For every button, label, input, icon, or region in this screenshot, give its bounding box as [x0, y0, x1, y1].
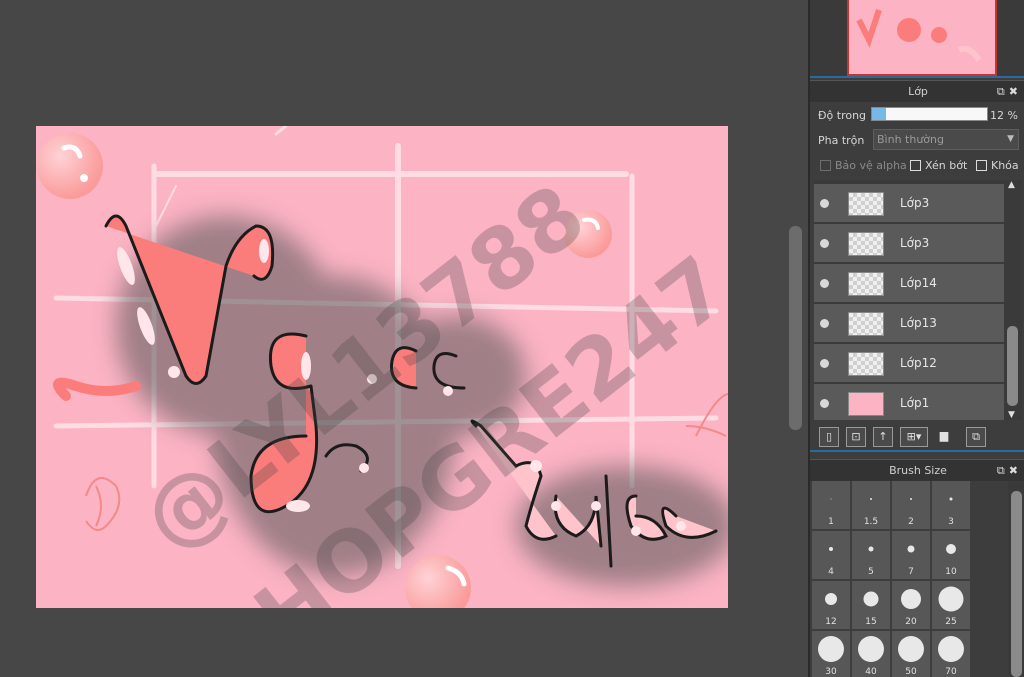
brush-size-cell[interactable]: 7 [892, 531, 930, 579]
brush-size-cell[interactable]: 4 [812, 531, 850, 579]
blend-mode-value: Bình thường [877, 133, 944, 146]
layer-list-scrollbar[interactable]: ▲ ▼ [1004, 180, 1022, 420]
navigator-panel[interactable] [810, 0, 1024, 78]
opacity-slider-fill [872, 108, 886, 120]
right-panel: Lớp ⧉✖ Độ trong 12 % Pha trộn Bình thườn… [808, 0, 1024, 677]
layer-name: Lớp1 [900, 396, 930, 410]
layer-name: Lớp12 [900, 356, 937, 370]
chevron-down-icon: ▼ [1007, 134, 1014, 144]
checkbox-box [976, 160, 987, 171]
brush-size-cell[interactable]: 3 [932, 481, 970, 529]
layer-panel-title: Lớp [908, 85, 928, 98]
checkbox-box [820, 160, 831, 171]
brush-size-cell[interactable]: 5 [852, 531, 890, 579]
layer-scroll-thumb[interactable] [1007, 326, 1018, 406]
brush-size-cell[interactable]: 12 [812, 581, 850, 629]
layer-name: Lớp3 [900, 236, 930, 250]
brush-size-cell[interactable]: 20 [892, 581, 930, 629]
layer-name: Lớp13 [900, 316, 937, 330]
layer-thumbnail [848, 312, 884, 336]
artwork-drawing: @LYL13788 #HOPGRE247 [37, 126, 728, 608]
clipping-checkbox[interactable]: Xén bớt [910, 159, 967, 172]
layer-row[interactable]: Lớp13 [814, 304, 1004, 343]
lock-checkbox[interactable]: Khóa [976, 159, 1019, 172]
brush-size-cell[interactable]: 50 [892, 631, 930, 677]
new-layer-icon[interactable]: ▯ [819, 427, 839, 447]
brush-size-title: Brush Size [889, 464, 947, 477]
layer-row[interactable]: Lớp12 [814, 344, 1004, 383]
layer-panel-header: Lớp ⧉✖ [810, 80, 1024, 102]
artwork-canvas[interactable]: @LYL13788 #HOPGRE247 [36, 126, 728, 608]
new-raster-layer-icon[interactable]: ⊡ [846, 427, 866, 447]
scroll-up-icon[interactable]: ▲ [1008, 180, 1015, 190]
brush-size-cell[interactable]: 30 [812, 631, 850, 677]
opacity-value: 12 % [990, 109, 1018, 122]
blend-mode-select[interactable]: Bình thường ▼ [873, 129, 1019, 150]
layer-row[interactable]: Lớp1 [814, 384, 1004, 420]
opacity-slider[interactable] [871, 107, 988, 121]
brush-size-cell[interactable]: 2 [892, 481, 930, 529]
layer-thumbnail [848, 232, 884, 256]
eye-icon[interactable] [820, 399, 829, 408]
lock-label: Khóa [991, 159, 1019, 172]
layer-name: Lớp14 [900, 276, 937, 290]
layer-row[interactable]: Lớp3 [814, 224, 1004, 263]
navigator-thumbnail[interactable] [847, 0, 997, 76]
brush-size-cell[interactable]: 70 [932, 631, 970, 677]
protect-alpha-label: Bảo vệ alpha [835, 159, 907, 172]
duplicate-layer-icon[interactable]: ⧉ [966, 427, 986, 447]
layer-row[interactable]: Lớp14 [814, 264, 1004, 303]
blend-label: Pha trộn [818, 134, 865, 147]
protect-alpha-checkbox[interactable]: Bảo vệ alpha [820, 159, 907, 172]
undock-icon[interactable]: ⧉ [997, 464, 1009, 477]
brush-size-scrollbar[interactable] [1008, 481, 1024, 677]
brush-size-cell[interactable]: 1.5 [852, 481, 890, 529]
brush-size-cell[interactable]: 10 [932, 531, 970, 579]
brush-size-panel-header: Brush Size ⧉✖ [810, 459, 1024, 481]
canvas-area[interactable]: @LYL13788 #HOPGRE247 [0, 0, 786, 677]
canvas-scroll-thumb[interactable] [789, 226, 802, 430]
add-layer-dropdown-icon[interactable]: ⊞▾ [900, 427, 928, 447]
layer-thumbnail [848, 352, 884, 376]
layer-thumbnail [848, 272, 884, 296]
canvas-vertical-scrollbar[interactable] [786, 0, 808, 677]
navigator-preview [849, 0, 995, 74]
eye-icon[interactable] [820, 199, 829, 208]
layer-row[interactable]: Lớp3 [814, 184, 1004, 223]
layer-thumbnail [848, 392, 884, 416]
brush-size-grid[interactable]: 1 1.5 2 3 4 5 7 10 12 15 20 25 30 40 50 … [812, 481, 1008, 677]
layer-list[interactable]: Lớp3 Lớp3 Lớp14 Lớp13 Lớp12 Lớp1 [814, 180, 1004, 420]
layer-name: Lớp3 [900, 196, 930, 210]
brush-size-cell[interactable]: 1 [812, 481, 850, 529]
eye-icon[interactable] [820, 239, 829, 248]
opacity-label: Độ trong [818, 109, 867, 122]
brush-size-cell[interactable]: 15 [852, 581, 890, 629]
brush-size-cell[interactable]: 25 [932, 581, 970, 629]
close-icon[interactable]: ✖ [1009, 464, 1022, 477]
close-icon[interactable]: ✖ [1009, 85, 1022, 98]
scroll-down-icon[interactable]: ▼ [1008, 410, 1015, 420]
folder-icon[interactable]: ▆ [934, 427, 954, 447]
clipping-label: Xén bớt [925, 159, 968, 172]
eye-icon[interactable] [820, 279, 829, 288]
brush-size-cell[interactable]: 40 [852, 631, 890, 677]
brush-scroll-thumb[interactable] [1011, 491, 1022, 677]
eye-icon[interactable] [820, 359, 829, 368]
layer-thumbnail [848, 192, 884, 216]
layer-up-icon[interactable]: ↑ [873, 427, 893, 447]
undock-icon[interactable]: ⧉ [997, 85, 1009, 98]
eye-icon[interactable] [820, 319, 829, 328]
app-window: @LYL13788 #HOPGRE247 Lớp ⧉✖ Độ trong 12 … [0, 0, 1024, 677]
checkbox-box [910, 160, 921, 171]
layer-toolbar: ▯ ⊡ ↑ ⊞▾ ▆ ⧉ [810, 422, 1024, 452]
